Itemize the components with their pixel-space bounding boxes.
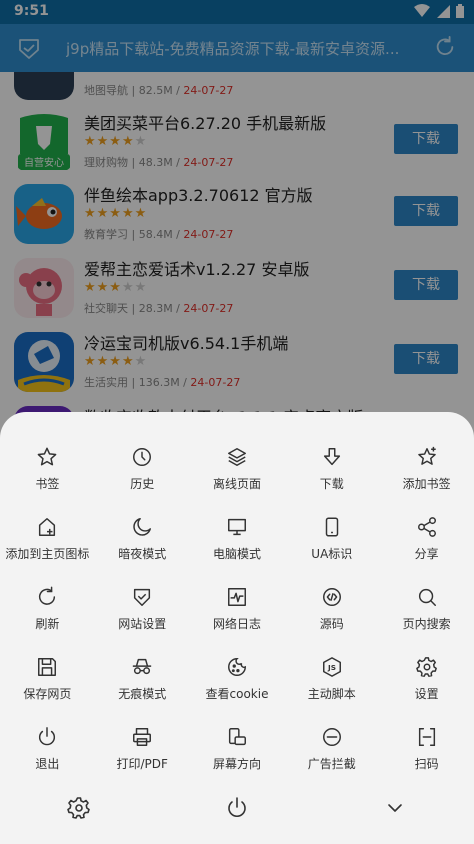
menu-item-dark-mode[interactable]: 暗夜模式: [95, 504, 190, 574]
home-add-icon: [39, 518, 56, 536]
menu-item-site-settings[interactable]: 网站设置: [95, 574, 190, 644]
gear-icon: [415, 657, 437, 677]
gear-icon[interactable]: [67, 796, 91, 820]
menu-item-print-pdf[interactable]: 打印/PDF: [95, 714, 190, 784]
power-icon: [39, 727, 56, 746]
layers-icon: [228, 448, 246, 466]
phone-icon: [325, 517, 339, 537]
save-disk-icon: [38, 658, 57, 676]
screen-rotation-icon: [228, 728, 246, 746]
code-icon: [322, 588, 341, 606]
menu-item-find-in-page[interactable]: 页内搜索: [379, 574, 474, 644]
menu-item-add-to-home[interactable]: 添加到主页图标: [0, 504, 95, 574]
activity-log-icon: [228, 588, 246, 606]
menu-grid: 书签 历史 离线页面 下载 添加书签 添加到主页图标 暗夜模式 电脑模式 UA标…: [0, 434, 474, 784]
block-minus-icon: [322, 728, 341, 746]
menu-item-incognito[interactable]: 无痕模式: [95, 644, 190, 714]
moon-icon: [133, 518, 152, 536]
js-script-icon: JS: [322, 657, 341, 677]
menu-item-downloads[interactable]: 下载: [284, 434, 379, 504]
power-icon[interactable]: [225, 796, 249, 820]
menu-item-source-code[interactable]: 源码: [284, 574, 379, 644]
menu-item-user-scripts[interactable]: JS 主动脚本: [284, 644, 379, 714]
chevron-down-icon[interactable]: [383, 796, 407, 820]
clock-icon: [133, 448, 152, 466]
printer-icon: [133, 728, 152, 746]
menu-item-save-page[interactable]: 保存网页: [0, 644, 95, 714]
cookie-icon: [228, 658, 246, 676]
menu-bottom-bar: [0, 788, 474, 828]
shield-check-icon: [134, 588, 151, 606]
menu-item-add-bookmark[interactable]: 添加书签: [379, 434, 474, 504]
menu-item-share[interactable]: 分享: [379, 504, 474, 574]
search-icon: [418, 588, 436, 606]
menu-item-screen-orientation[interactable]: 屏幕方向: [190, 714, 285, 784]
menu-item-desktop-mode[interactable]: 电脑模式: [190, 504, 285, 574]
refresh-icon: [39, 586, 56, 605]
menu-item-refresh[interactable]: 刷新: [0, 574, 95, 644]
incognito-icon: [133, 658, 152, 675]
menu-item-offline-pages[interactable]: 离线页面: [190, 434, 285, 504]
menu-item-history[interactable]: 历史: [95, 434, 190, 504]
menu-item-settings[interactable]: 设置: [379, 644, 474, 714]
download-arrow-icon: [323, 448, 340, 466]
menu-item-view-cookie[interactable]: 查看cookie: [190, 644, 285, 714]
menu-item-user-agent[interactable]: UA标识: [284, 504, 379, 574]
menu-item-bookmarks[interactable]: 书签: [0, 434, 95, 504]
menu-item-exit[interactable]: 退出: [0, 714, 95, 784]
star-icon: [38, 447, 57, 466]
desktop-monitor-icon: [228, 518, 246, 536]
svg-text:JS: JS: [327, 663, 336, 672]
menu-item-network-log[interactable]: 网络日志: [190, 574, 285, 644]
star-plus-icon: [417, 446, 436, 465]
menu-sheet: 书签 历史 离线页面 下载 添加书签 添加到主页图标 暗夜模式 电脑模式 UA标…: [0, 412, 474, 844]
share-icon: [417, 517, 436, 537]
menu-item-scan[interactable]: 扫码: [379, 714, 474, 784]
scan-icon: [418, 728, 435, 746]
menu-item-ad-block[interactable]: 广告拦截: [284, 714, 379, 784]
